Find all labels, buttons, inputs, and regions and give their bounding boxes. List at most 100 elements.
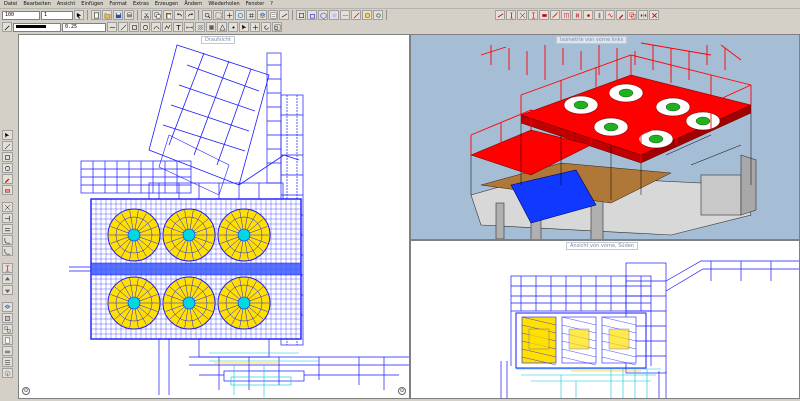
move-icon[interactable] [250, 22, 260, 32]
rotate-icon[interactable] [261, 22, 271, 32]
arc-icon[interactable] [151, 22, 161, 32]
menu-modify[interactable]: Ändern [184, 1, 202, 7]
view-front-icon[interactable] [307, 10, 317, 20]
menu-file[interactable]: Datei [4, 1, 17, 7]
layer-tool-icon[interactable] [2, 302, 13, 312]
rect-tool-icon[interactable] [2, 152, 13, 162]
steel-profile-icon[interactable] [528, 10, 538, 20]
offset-icon[interactable] [2, 224, 13, 234]
polyline-icon[interactable] [162, 22, 172, 32]
redraw-icon[interactable] [235, 10, 245, 20]
steel-brace-icon[interactable] [517, 10, 527, 20]
pen-color-combo[interactable] [13, 22, 61, 32]
block-icon[interactable] [2, 313, 13, 323]
select-icon[interactable] [239, 22, 249, 32]
eraser-icon[interactable] [2, 185, 13, 195]
line-icon[interactable] [118, 22, 128, 32]
menu-window[interactable]: Fenster [246, 1, 265, 7]
view-iso-icon[interactable] [318, 10, 328, 20]
zoom-window-icon[interactable] [213, 10, 223, 20]
steel-beam-icon[interactable] [495, 10, 505, 20]
scale-combo[interactable]: 100 [2, 10, 40, 20]
view-corner-icon[interactable]: ⊙ [398, 387, 406, 395]
view-top-icon[interactable] [296, 10, 306, 20]
layer-combo[interactable]: 1 [41, 10, 73, 20]
pan-icon[interactable] [224, 10, 234, 20]
pencil-icon[interactable] [2, 174, 13, 184]
copy-icon[interactable] [152, 10, 162, 20]
hatch-icon[interactable] [195, 22, 205, 32]
arrow-icon[interactable] [74, 10, 84, 20]
mirror-icon[interactable] [638, 10, 648, 20]
steel-tool-icon[interactable] [2, 263, 13, 273]
print-icon[interactable] [124, 10, 134, 20]
section-icon[interactable] [351, 10, 361, 20]
weld-icon[interactable] [605, 10, 615, 20]
elevation-viewport[interactable]: Ansicht von vorne, Süden [410, 240, 800, 399]
bolt-icon[interactable] [594, 10, 604, 20]
menu-create[interactable]: Erzeugen [155, 1, 179, 7]
cut-icon[interactable] [141, 10, 151, 20]
chamfer-icon[interactable] [2, 246, 13, 256]
railing-icon[interactable] [561, 10, 571, 20]
plot-icon[interactable] [2, 346, 13, 356]
circle-tool-icon[interactable] [2, 163, 13, 173]
plate-icon[interactable] [539, 10, 549, 20]
cube-icon[interactable] [362, 10, 372, 20]
pen-width-combo[interactable]: 0.25 [62, 22, 106, 32]
select-tool-icon[interactable] [2, 130, 13, 140]
ladder-icon[interactable] [572, 10, 582, 20]
fill-icon[interactable] [206, 22, 216, 32]
scale-icon[interactable] [272, 22, 282, 32]
circle-icon[interactable] [140, 22, 150, 32]
delete-icon[interactable] [649, 10, 659, 20]
group-icon[interactable] [2, 324, 13, 334]
extend-icon[interactable] [2, 213, 13, 223]
line-tool-icon[interactable] [2, 141, 13, 151]
edit-profile-icon[interactable] [616, 10, 626, 20]
view-corner-icon[interactable]: ⊙ [22, 387, 30, 395]
line-type-icon[interactable] [107, 22, 117, 32]
menu-edit[interactable]: Bearbeiten [23, 1, 50, 7]
open-folder-icon[interactable] [102, 10, 112, 20]
menu-help[interactable]: ? [270, 1, 273, 7]
menu-view[interactable]: Ansicht [57, 1, 75, 7]
arrow-up-icon[interactable] [2, 274, 13, 284]
rectangle-icon[interactable] [129, 22, 139, 32]
menu-repeat[interactable]: Wiederholen [208, 1, 239, 7]
paste-icon[interactable] [163, 10, 173, 20]
redo-icon[interactable] [185, 10, 195, 20]
snap-icon[interactable] [228, 22, 238, 32]
menu-tools[interactable]: Extras [133, 1, 149, 7]
trim-icon[interactable] [2, 202, 13, 212]
menu-insert[interactable]: Einfügen [81, 1, 103, 7]
zoom-in-icon[interactable] [202, 10, 212, 20]
text-icon[interactable] [173, 22, 183, 32]
fillet-icon[interactable] [2, 235, 13, 245]
isometric-viewport[interactable]: Isometrie von vorne links [410, 34, 800, 240]
properties-icon[interactable] [268, 10, 278, 20]
save-icon[interactable] [113, 10, 123, 20]
info-icon[interactable] [2, 368, 13, 378]
grid-icon[interactable] [246, 10, 256, 20]
layer-icon[interactable] [257, 10, 267, 20]
dimension-icon[interactable] [184, 22, 194, 32]
stair-icon[interactable] [550, 10, 560, 20]
hide-lines-icon[interactable] [340, 10, 350, 20]
settings-icon[interactable] [373, 10, 383, 20]
sheet-icon[interactable] [2, 335, 13, 345]
measure-icon[interactable] [279, 10, 289, 20]
list-icon[interactable] [2, 357, 13, 367]
arrow-down-icon[interactable] [2, 285, 13, 295]
copy-element-icon[interactable] [627, 10, 637, 20]
render-icon[interactable] [329, 10, 339, 20]
undo-icon[interactable] [174, 10, 184, 20]
plan-viewport[interactable]: Draufsicht ⊙ ⊙ [18, 34, 410, 399]
symbol-icon[interactable] [217, 22, 227, 32]
menu-format[interactable]: Format [109, 1, 127, 7]
pen-icon[interactable] [2, 22, 12, 32]
steel-column-icon[interactable] [506, 10, 516, 20]
new-file-icon[interactable] [91, 10, 101, 20]
connection-icon[interactable] [583, 10, 593, 20]
